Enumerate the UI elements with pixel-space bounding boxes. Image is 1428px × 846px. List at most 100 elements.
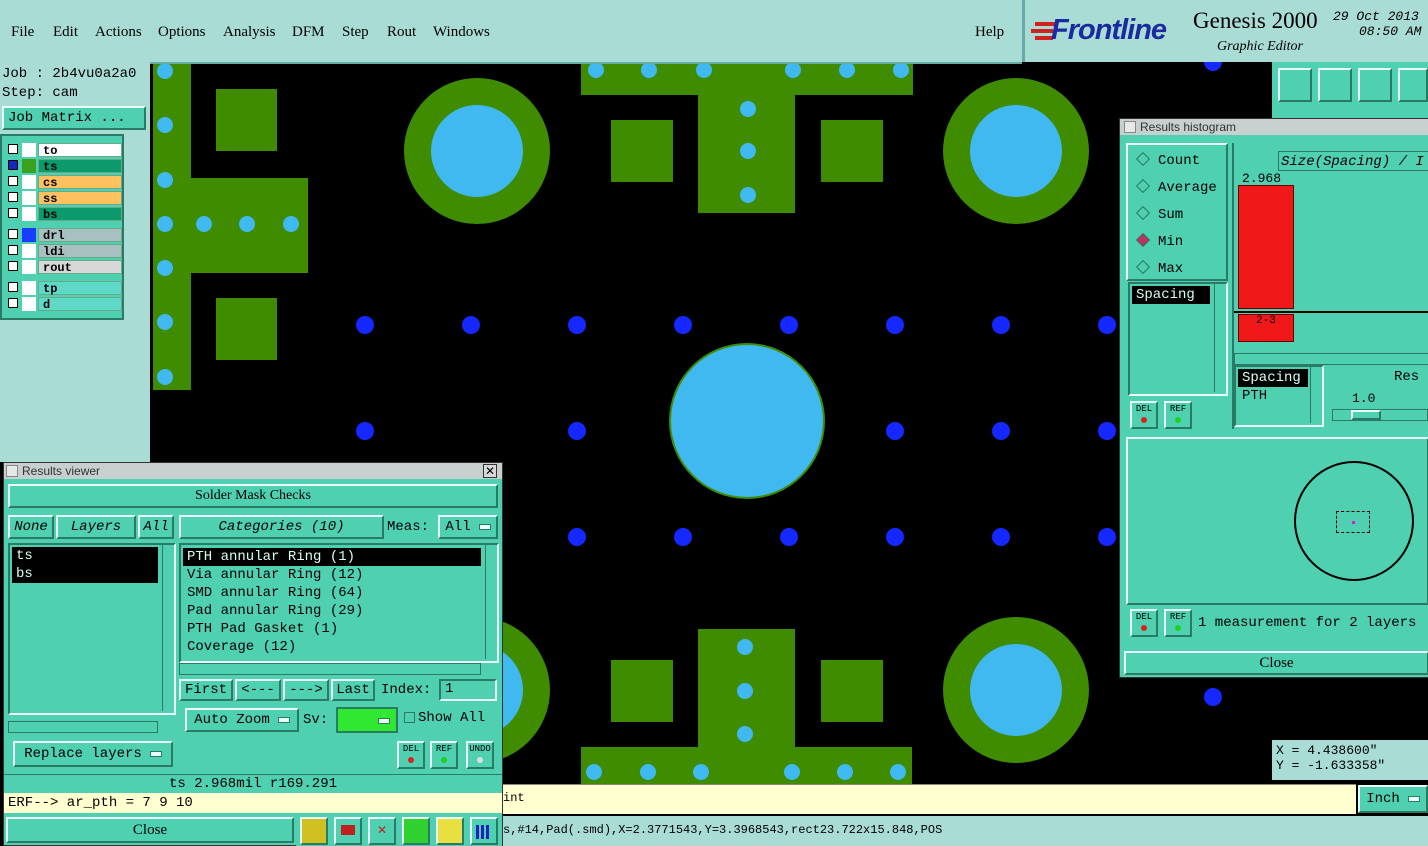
home-icon[interactable] <box>1358 68 1392 102</box>
dropdown-icon <box>478 524 491 530</box>
ref-delete-icon[interactable]: ✕ <box>368 817 396 845</box>
horizontal-scrollbar[interactable] <box>1234 353 1428 365</box>
vertical-scrollbar[interactable] <box>485 545 498 659</box>
vertical-scrollbar[interactable] <box>1310 367 1323 423</box>
severity-select[interactable] <box>336 707 398 733</box>
categories-button[interactable]: Categories (10) <box>179 515 384 539</box>
window-icon <box>6 465 18 477</box>
none-button[interactable]: None <box>8 515 54 539</box>
list-item[interactable]: PTH Pad Gasket (1) <box>183 620 481 638</box>
layer-row-ts[interactable]: ts <box>6 159 122 174</box>
replace-layers-select[interactable]: Replace layers <box>13 741 173 767</box>
preview-marker <box>1336 511 1370 533</box>
mode-sum[interactable]: Sum <box>1135 205 1183 223</box>
list-item[interactable]: Pad annular Ring (29) <box>183 602 481 620</box>
layer-row-tp[interactable]: tp <box>6 281 122 296</box>
brand-area: Frontline Genesis 2000 Graphic Editor 29… <box>1022 0 1428 62</box>
histogram-close-button[interactable]: Close <box>1124 651 1428 675</box>
list-item[interactable]: bs <box>12 565 158 583</box>
menu-options[interactable]: Options <box>158 24 206 41</box>
menu-step[interactable]: Step <box>342 24 369 41</box>
last-button[interactable]: Last <box>331 679 375 701</box>
layout-icon[interactable] <box>1398 68 1428 102</box>
mode-count[interactable]: Count <box>1135 151 1200 169</box>
ref-button[interactable]: REF <box>430 741 458 769</box>
compare-icon[interactable] <box>402 817 430 845</box>
show-all-label: Show All <box>418 710 486 726</box>
menu-bar: File Edit Actions Options Analysis DFM S… <box>0 0 1022 64</box>
upload-icon[interactable] <box>1278 68 1312 102</box>
histogram-del-button[interactable]: DEL <box>1130 401 1158 429</box>
layer-result-list[interactable]: ts bs <box>8 543 176 715</box>
layer-row-bs[interactable]: bs <box>6 207 122 222</box>
histogram-titlebar[interactable]: Results histogram <box>1120 119 1428 135</box>
layer-row-d[interactable]: d <box>6 297 122 312</box>
measurement-list[interactable]: Spacing PTH <box>1234 365 1324 427</box>
layer-row-cs[interactable]: cs <box>6 175 122 190</box>
histogram-ref-button[interactable]: REF <box>1164 401 1192 429</box>
first-button[interactable]: First <box>179 679 233 701</box>
results-viewer-titlebar[interactable]: Results viewer <box>4 463 502 479</box>
layer-row-to[interactable]: to <box>6 143 122 158</box>
index-input[interactable]: 1 <box>439 679 497 701</box>
horizontal-scrollbar[interactable] <box>179 663 481 675</box>
meas-select[interactable]: All <box>438 515 498 539</box>
units-select[interactable]: Inch <box>1358 785 1428 813</box>
erf-line: ERF--> ar_pth = 7 9 10 <box>4 793 502 813</box>
vertical-scrollbar[interactable] <box>1214 284 1227 392</box>
layer-row-drl[interactable]: drl <box>6 228 122 243</box>
menu-rout[interactable]: Rout <box>387 24 416 41</box>
layers-button[interactable]: Layers <box>56 515 136 539</box>
measurement-preview <box>1126 437 1428 605</box>
histogram-bar[interactable] <box>1238 185 1294 309</box>
menu-edit[interactable]: Edit <box>53 24 78 41</box>
histogram-type-list[interactable]: Spacing <box>1128 282 1228 396</box>
results-viewer-close-button[interactable]: Close <box>6 817 294 843</box>
menu-actions[interactable]: Actions <box>95 24 142 41</box>
auto-zoom-select[interactable]: Auto Zoom <box>185 708 299 732</box>
slider-thumb[interactable] <box>1351 410 1381 420</box>
job-matrix-button[interactable]: Job Matrix ... <box>2 106 146 130</box>
list-item[interactable]: Coverage (12) <box>183 638 481 656</box>
horizontal-scrollbar[interactable] <box>8 721 158 733</box>
dropdown-icon <box>1407 796 1420 802</box>
all-button[interactable]: All <box>138 515 174 539</box>
resolution-label: Res <box>1394 369 1420 385</box>
undo-button[interactable]: UNDO <box>466 741 494 769</box>
categories-list[interactable]: PTH annular Ring (1) Via annular Ring (1… <box>179 543 499 663</box>
list-item[interactable]: PTH annular Ring (1) <box>183 548 481 566</box>
download-icon[interactable] <box>1318 68 1352 102</box>
mode-min[interactable]: Min <box>1135 232 1183 250</box>
layer-row-ss[interactable]: ss <box>6 191 122 206</box>
next-button[interactable]: ---> <box>283 679 329 701</box>
job-name: Job : 2b4vu0a2a0 <box>2 66 137 82</box>
list-item[interactable]: SMD annular Ring (64) <box>183 584 481 602</box>
list-item[interactable]: Spacing <box>1132 286 1210 304</box>
menu-windows[interactable]: Windows <box>433 24 490 41</box>
stop-icon[interactable] <box>334 817 362 845</box>
vertical-scrollbar[interactable] <box>162 545 175 711</box>
layer-row-ldi[interactable]: ldi <box>6 244 122 259</box>
show-all-checkbox[interactable] <box>404 712 415 723</box>
result-status: ts 2.968mil r169.291 <box>4 774 502 793</box>
list-item[interactable]: ts <box>12 547 158 565</box>
menu-help[interactable]: Help <box>975 24 1004 41</box>
preview-ref-button[interactable]: REF <box>1164 609 1192 637</box>
list-item[interactable]: Spacing <box>1238 369 1308 387</box>
mode-average[interactable]: Average <box>1135 178 1217 196</box>
report-icon[interactable] <box>436 817 464 845</box>
layer-row-rout[interactable]: rout <box>6 260 122 275</box>
resolution-slider[interactable] <box>1332 409 1428 421</box>
list-item[interactable]: PTH <box>1238 387 1308 405</box>
list-item[interactable]: Via annular Ring (12) <box>183 566 481 584</box>
close-icon[interactable]: ✕ <box>483 464 497 478</box>
preview-del-button[interactable]: DEL <box>1130 609 1158 637</box>
menu-analysis[interactable]: Analysis <box>223 24 276 41</box>
del-button[interactable]: DEL <box>397 741 425 769</box>
layer-icon[interactable] <box>300 817 328 845</box>
mode-max[interactable]: Max <box>1135 259 1183 277</box>
prev-button[interactable]: <--- <box>235 679 281 701</box>
histogram-icon[interactable] <box>470 817 498 845</box>
menu-dfm[interactable]: DFM <box>292 24 325 41</box>
menu-file[interactable]: File <box>11 24 34 41</box>
